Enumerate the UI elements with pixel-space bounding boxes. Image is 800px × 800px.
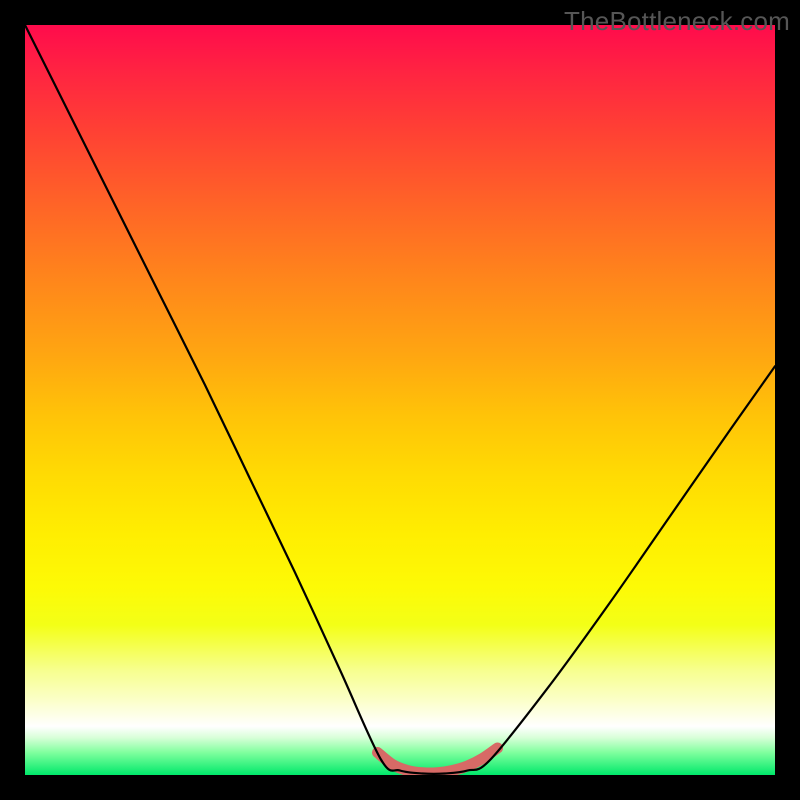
curve-layer bbox=[25, 25, 775, 775]
plot-area bbox=[25, 25, 775, 775]
watermark-text: TheBottleneck.com bbox=[564, 6, 790, 37]
chart-stage: TheBottleneck.com bbox=[0, 0, 800, 800]
bottleneck-curve bbox=[25, 25, 775, 774]
